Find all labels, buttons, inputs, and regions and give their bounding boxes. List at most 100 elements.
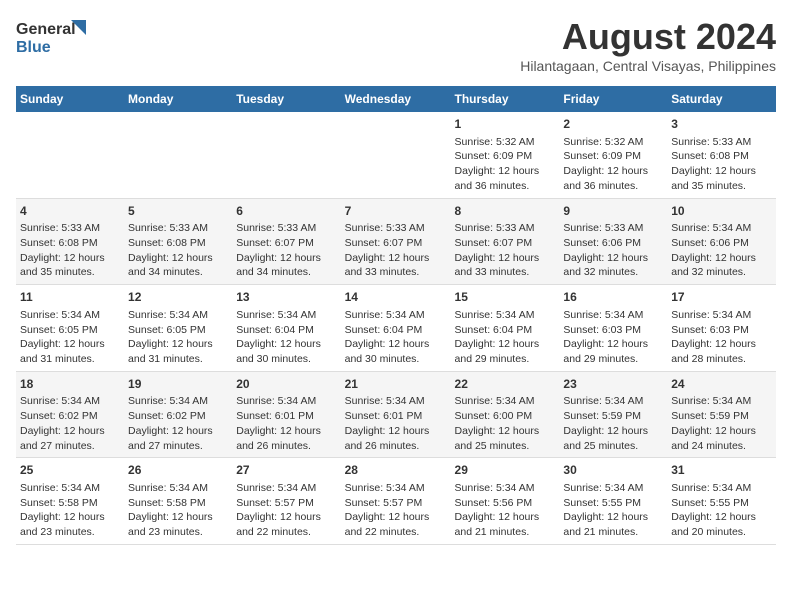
month-title: August 2024 [520, 16, 776, 58]
calendar-cell-w3d3: 13 Sunrise: 5:34 AM Sunset: 6:04 PM Dayli… [232, 285, 340, 372]
calendar-cell-w2d3: 6Sunrise: 5:33 AM Sunset: 6:07 PM Daylig… [232, 198, 340, 285]
calendar-cell-w3d6: 16Sunrise: 5:34 AM Sunset: 6:03 PM Dayli… [559, 285, 667, 372]
day-number: 15 [455, 289, 556, 306]
day-info: Sunrise: 5:34 AM Sunset: 6:05 PM Dayligh… [128, 308, 228, 367]
calendar-week-row-5: 25 Sunrise: 5:34 AM Sunset: 5:58 PM Dayli… [16, 458, 776, 545]
calendar-cell-w2d2: 5Sunrise: 5:33 AM Sunset: 6:08 PM Daylig… [124, 198, 232, 285]
day-number: 30 [563, 462, 663, 479]
col-header-tuesday: Tuesday [232, 86, 340, 112]
day-info: Sunrise: 5:33 AM Sunset: 6:08 PM Dayligh… [128, 221, 228, 280]
calendar-cell-w1d3 [232, 112, 340, 198]
day-number: 31 [671, 462, 772, 479]
logo: GeneralBlue [16, 16, 96, 60]
day-info: Sunrise: 5:32 AM Sunset: 6:09 PM Dayligh… [455, 135, 556, 194]
day-number: 1 [455, 116, 556, 133]
calendar-week-row-3: 11 Sunrise: 5:34 AM Sunset: 6:05 PM Dayli… [16, 285, 776, 372]
day-info: Sunrise: 5:34 AM Sunset: 6:04 PM Dayligh… [345, 308, 447, 367]
location-subtitle: Hilantagaan, Central Visayas, Philippine… [520, 58, 776, 74]
day-info: Sunrise: 5:34 AM Sunset: 6:01 PM Dayligh… [345, 394, 447, 453]
day-info: Sunrise: 5:33 AM Sunset: 6:06 PM Dayligh… [563, 221, 663, 280]
calendar-cell-w1d1 [16, 112, 124, 198]
day-info: Sunrise: 5:34 AM Sunset: 6:06 PM Dayligh… [671, 221, 772, 280]
day-info: Sunrise: 5:34 AM Sunset: 5:56 PM Dayligh… [455, 481, 556, 540]
day-info: Sunrise: 5:34 AM Sunset: 6:04 PM Dayligh… [455, 308, 556, 367]
logo-svg: GeneralBlue [16, 16, 96, 60]
calendar-cell-w5d2: 26Sunrise: 5:34 AM Sunset: 5:58 PM Dayli… [124, 458, 232, 545]
calendar-cell-w4d7: 24Sunrise: 5:34 AM Sunset: 5:59 PM Dayli… [667, 371, 776, 458]
day-info: Sunrise: 5:34 AM Sunset: 6:00 PM Dayligh… [455, 394, 556, 453]
day-number: 23 [563, 376, 663, 393]
calendar-cell-w4d3: 20Sunrise: 5:34 AM Sunset: 6:01 PM Dayli… [232, 371, 340, 458]
day-info: Sunrise: 5:32 AM Sunset: 6:09 PM Dayligh… [563, 135, 663, 194]
calendar-cell-w4d6: 23Sunrise: 5:34 AM Sunset: 5:59 PM Dayli… [559, 371, 667, 458]
day-number: 6 [236, 203, 336, 220]
day-info: Sunrise: 5:34 AM Sunset: 6:03 PM Dayligh… [671, 308, 772, 367]
calendar-cell-w3d4: 14 Sunrise: 5:34 AM Sunset: 6:04 PM Dayli… [341, 285, 451, 372]
day-number: 19 [128, 376, 228, 393]
calendar-cell-w5d1: 25 Sunrise: 5:34 AM Sunset: 5:58 PM Dayli… [16, 458, 124, 545]
calendar-cell-w4d2: 19Sunrise: 5:34 AM Sunset: 6:02 PM Dayli… [124, 371, 232, 458]
calendar-week-row-1: 1 Sunrise: 5:32 AM Sunset: 6:09 PM Daylig… [16, 112, 776, 198]
calendar-cell-w2d7: 10Sunrise: 5:34 AM Sunset: 6:06 PM Dayli… [667, 198, 776, 285]
day-number: 8 [455, 203, 556, 220]
day-info: Sunrise: 5:34 AM Sunset: 6:03 PM Dayligh… [563, 308, 663, 367]
col-header-saturday: Saturday [667, 86, 776, 112]
day-number: 21 [345, 376, 447, 393]
day-number: 14 [345, 289, 447, 306]
day-info: Sunrise: 5:34 AM Sunset: 6:02 PM Dayligh… [20, 394, 120, 453]
calendar-cell-w3d2: 12 Sunrise: 5:34 AM Sunset: 6:05 PM Dayli… [124, 285, 232, 372]
day-number: 12 [128, 289, 228, 306]
day-info: Sunrise: 5:33 AM Sunset: 6:07 PM Dayligh… [345, 221, 447, 280]
day-number: 25 [20, 462, 120, 479]
day-number: 3 [671, 116, 772, 133]
col-header-friday: Friday [559, 86, 667, 112]
calendar-cell-w2d6: 9Sunrise: 5:33 AM Sunset: 6:06 PM Daylig… [559, 198, 667, 285]
calendar-cell-w2d1: 4Sunrise: 5:33 AM Sunset: 6:08 PM Daylig… [16, 198, 124, 285]
calendar-cell-w3d5: 15 Sunrise: 5:34 AM Sunset: 6:04 PM Dayli… [451, 285, 560, 372]
calendar-week-row-4: 18Sunrise: 5:34 AM Sunset: 6:02 PM Dayli… [16, 371, 776, 458]
day-info: Sunrise: 5:34 AM Sunset: 5:57 PM Dayligh… [236, 481, 336, 540]
day-number: 5 [128, 203, 228, 220]
day-info: Sunrise: 5:34 AM Sunset: 6:04 PM Dayligh… [236, 308, 336, 367]
day-number: 11 [20, 289, 120, 306]
day-info: Sunrise: 5:34 AM Sunset: 6:02 PM Dayligh… [128, 394, 228, 453]
calendar-cell-w5d3: 27 Sunrise: 5:34 AM Sunset: 5:57 PM Dayli… [232, 458, 340, 545]
day-number: 20 [236, 376, 336, 393]
calendar-cell-w2d4: 7Sunrise: 5:33 AM Sunset: 6:07 PM Daylig… [341, 198, 451, 285]
day-info: Sunrise: 5:34 AM Sunset: 5:58 PM Dayligh… [20, 481, 120, 540]
calendar-week-row-2: 4Sunrise: 5:33 AM Sunset: 6:08 PM Daylig… [16, 198, 776, 285]
calendar-cell-w1d4 [341, 112, 451, 198]
day-info: Sunrise: 5:33 AM Sunset: 6:08 PM Dayligh… [20, 221, 120, 280]
day-info: Sunrise: 5:34 AM Sunset: 5:59 PM Dayligh… [671, 394, 772, 453]
svg-text:Blue: Blue [16, 39, 51, 56]
calendar-header-row: SundayMondayTuesdayWednesdayThursdayFrid… [16, 86, 776, 112]
day-info: Sunrise: 5:33 AM Sunset: 6:07 PM Dayligh… [236, 221, 336, 280]
calendar-cell-w4d5: 22Sunrise: 5:34 AM Sunset: 6:00 PM Dayli… [451, 371, 560, 458]
col-header-sunday: Sunday [16, 86, 124, 112]
day-number: 27 [236, 462, 336, 479]
day-number: 28 [345, 462, 447, 479]
calendar-cell-w1d6: 2 Sunrise: 5:32 AM Sunset: 6:09 PM Daylig… [559, 112, 667, 198]
day-info: Sunrise: 5:33 AM Sunset: 6:07 PM Dayligh… [455, 221, 556, 280]
day-number: 29 [455, 462, 556, 479]
calendar-cell-w5d5: 29 Sunrise: 5:34 AM Sunset: 5:56 PM Dayli… [451, 458, 560, 545]
day-number: 17 [671, 289, 772, 306]
page-header: GeneralBlue August 2024 Hilantagaan, Cen… [16, 16, 776, 74]
day-number: 13 [236, 289, 336, 306]
day-number: 22 [455, 376, 556, 393]
calendar-cell-w5d6: 30Sunrise: 5:34 AM Sunset: 5:55 PM Dayli… [559, 458, 667, 545]
day-info: Sunrise: 5:34 AM Sunset: 5:59 PM Dayligh… [563, 394, 663, 453]
calendar-cell-w5d7: 31 Sunrise: 5:34 AM Sunset: 5:55 PM Dayli… [667, 458, 776, 545]
calendar-cell-w3d1: 11Sunrise: 5:34 AM Sunset: 6:05 PM Dayli… [16, 285, 124, 372]
calendar-cell-w1d2 [124, 112, 232, 198]
day-number: 2 [563, 116, 663, 133]
col-header-wednesday: Wednesday [341, 86, 451, 112]
day-number: 9 [563, 203, 663, 220]
day-info: Sunrise: 5:34 AM Sunset: 5:55 PM Dayligh… [671, 481, 772, 540]
col-header-thursday: Thursday [451, 86, 560, 112]
calendar-cell-w4d4: 21Sunrise: 5:34 AM Sunset: 6:01 PM Dayli… [341, 371, 451, 458]
calendar-cell-w5d4: 28Sunrise: 5:34 AM Sunset: 5:57 PM Dayli… [341, 458, 451, 545]
calendar-cell-w2d5: 8Sunrise: 5:33 AM Sunset: 6:07 PM Daylig… [451, 198, 560, 285]
day-info: Sunrise: 5:34 AM Sunset: 5:58 PM Dayligh… [128, 481, 228, 540]
calendar-table: SundayMondayTuesdayWednesdayThursdayFrid… [16, 86, 776, 545]
